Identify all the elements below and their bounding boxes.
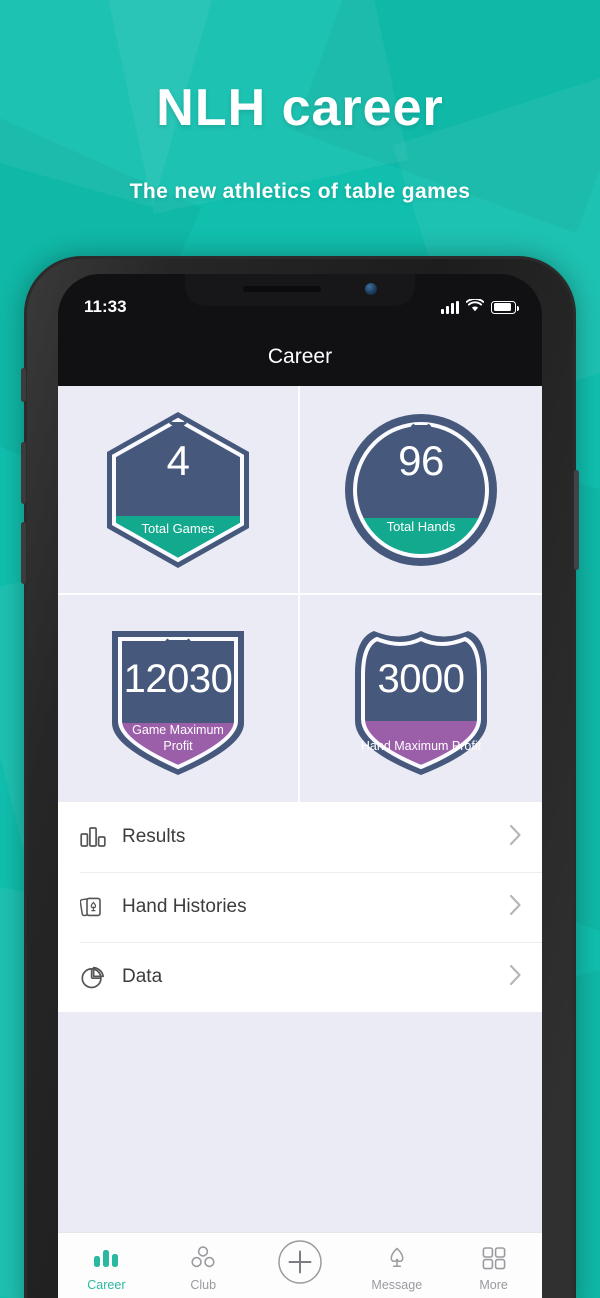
stat-label: Total Games	[141, 521, 215, 537]
stat-label: Hand Maximum Profit	[360, 738, 482, 753]
empty-content-area	[58, 1012, 542, 1190]
pie-chart-icon	[80, 964, 114, 990]
app-content: 4 Total Games 96 Total Hands 12030 Game …	[58, 386, 542, 1298]
screen-notch	[185, 274, 415, 306]
bar-chart-icon	[80, 825, 114, 849]
stat-value: 96	[398, 436, 444, 484]
menu-row-hand-histories[interactable]: Hand Histories	[58, 872, 542, 942]
menu-list: Results Hand Histories Data	[58, 802, 542, 1012]
tab-label: Message	[371, 1278, 423, 1292]
playing-cards-icon	[80, 894, 114, 920]
stat-card-total-hands[interactable]: 96 Total Hands	[300, 386, 542, 595]
chevron-right-icon	[509, 964, 522, 991]
volume-down-button[interactable]	[21, 522, 26, 584]
stats-grid: 4 Total Games 96 Total Hands 12030 Game …	[58, 386, 542, 802]
stat-card-game-maximum-profit[interactable]: 12030 Game Maximum Profit	[58, 595, 300, 802]
menu-row-label: Hand Histories	[122, 896, 247, 917]
stat-value: 12030	[123, 656, 233, 701]
chevron-right-icon	[509, 894, 522, 921]
stat-card-total-games[interactable]: 4 Total Games	[58, 386, 300, 595]
page-title: Career	[267, 345, 333, 368]
volume-up-button[interactable]	[21, 442, 26, 504]
front-camera-icon	[365, 283, 377, 295]
menu-row-results[interactable]: Results	[58, 802, 542, 872]
earpiece-speaker-icon	[243, 286, 321, 292]
status-bar-time: 11:33	[84, 297, 127, 316]
bottom-tab-bar: Career Club Message More	[58, 1232, 542, 1298]
menu-row-data[interactable]: Data	[58, 942, 542, 1012]
promo-title: NLH career	[156, 79, 444, 137]
chevron-right-icon	[509, 824, 522, 851]
tab-label: Career	[87, 1278, 126, 1292]
tab-message[interactable]: Message	[348, 1243, 445, 1292]
stat-value: 4	[166, 436, 190, 484]
tab-add[interactable]	[252, 1240, 349, 1290]
mute-switch-button[interactable]	[21, 368, 26, 402]
stat-card-hand-maximum-profit[interactable]: 3000 Hand Maximum Profit	[300, 595, 542, 802]
bar-chart-icon	[92, 1243, 120, 1273]
plus-circle-icon	[277, 1239, 323, 1285]
phone-mockup: 11:33 Career 4 Total Games 96 Total Hand…	[21, 256, 579, 1298]
shield-badge-icon: 12030 Game Maximum Profit	[94, 615, 262, 783]
hexagon-badge-icon: 4 Total Games	[94, 406, 262, 574]
wifi-icon	[465, 297, 485, 317]
power-button[interactable]	[574, 470, 579, 570]
nav-bar: Career	[58, 328, 542, 386]
stat-label: Total Hands	[386, 519, 456, 535]
menu-row-label: Data	[122, 966, 163, 987]
spade-icon	[383, 1243, 411, 1273]
stat-label: Game Maximum Profit	[132, 723, 224, 753]
menu-row-label: Results	[122, 826, 186, 847]
promo-subtitle: The new athletics of table games	[129, 180, 471, 203]
circle-badge-icon: 96 Total Hands	[337, 406, 505, 574]
grid-squares-icon	[481, 1243, 507, 1273]
people-circles-icon	[189, 1243, 217, 1273]
tab-label: Club	[190, 1278, 217, 1292]
tab-label: More	[479, 1278, 508, 1292]
battery-icon	[491, 300, 519, 314]
tab-career[interactable]: Career	[58, 1243, 155, 1292]
tab-more[interactable]: More	[445, 1243, 542, 1292]
crest-badge-icon: 3000 Hand Maximum Profit	[337, 615, 505, 783]
stat-value: 3000	[377, 656, 465, 701]
cellular-signal-icon	[441, 300, 459, 314]
phone-screen: 11:33 Career 4 Total Games 96 Total Hand…	[58, 274, 542, 1298]
tab-club[interactable]: Club	[155, 1243, 252, 1292]
